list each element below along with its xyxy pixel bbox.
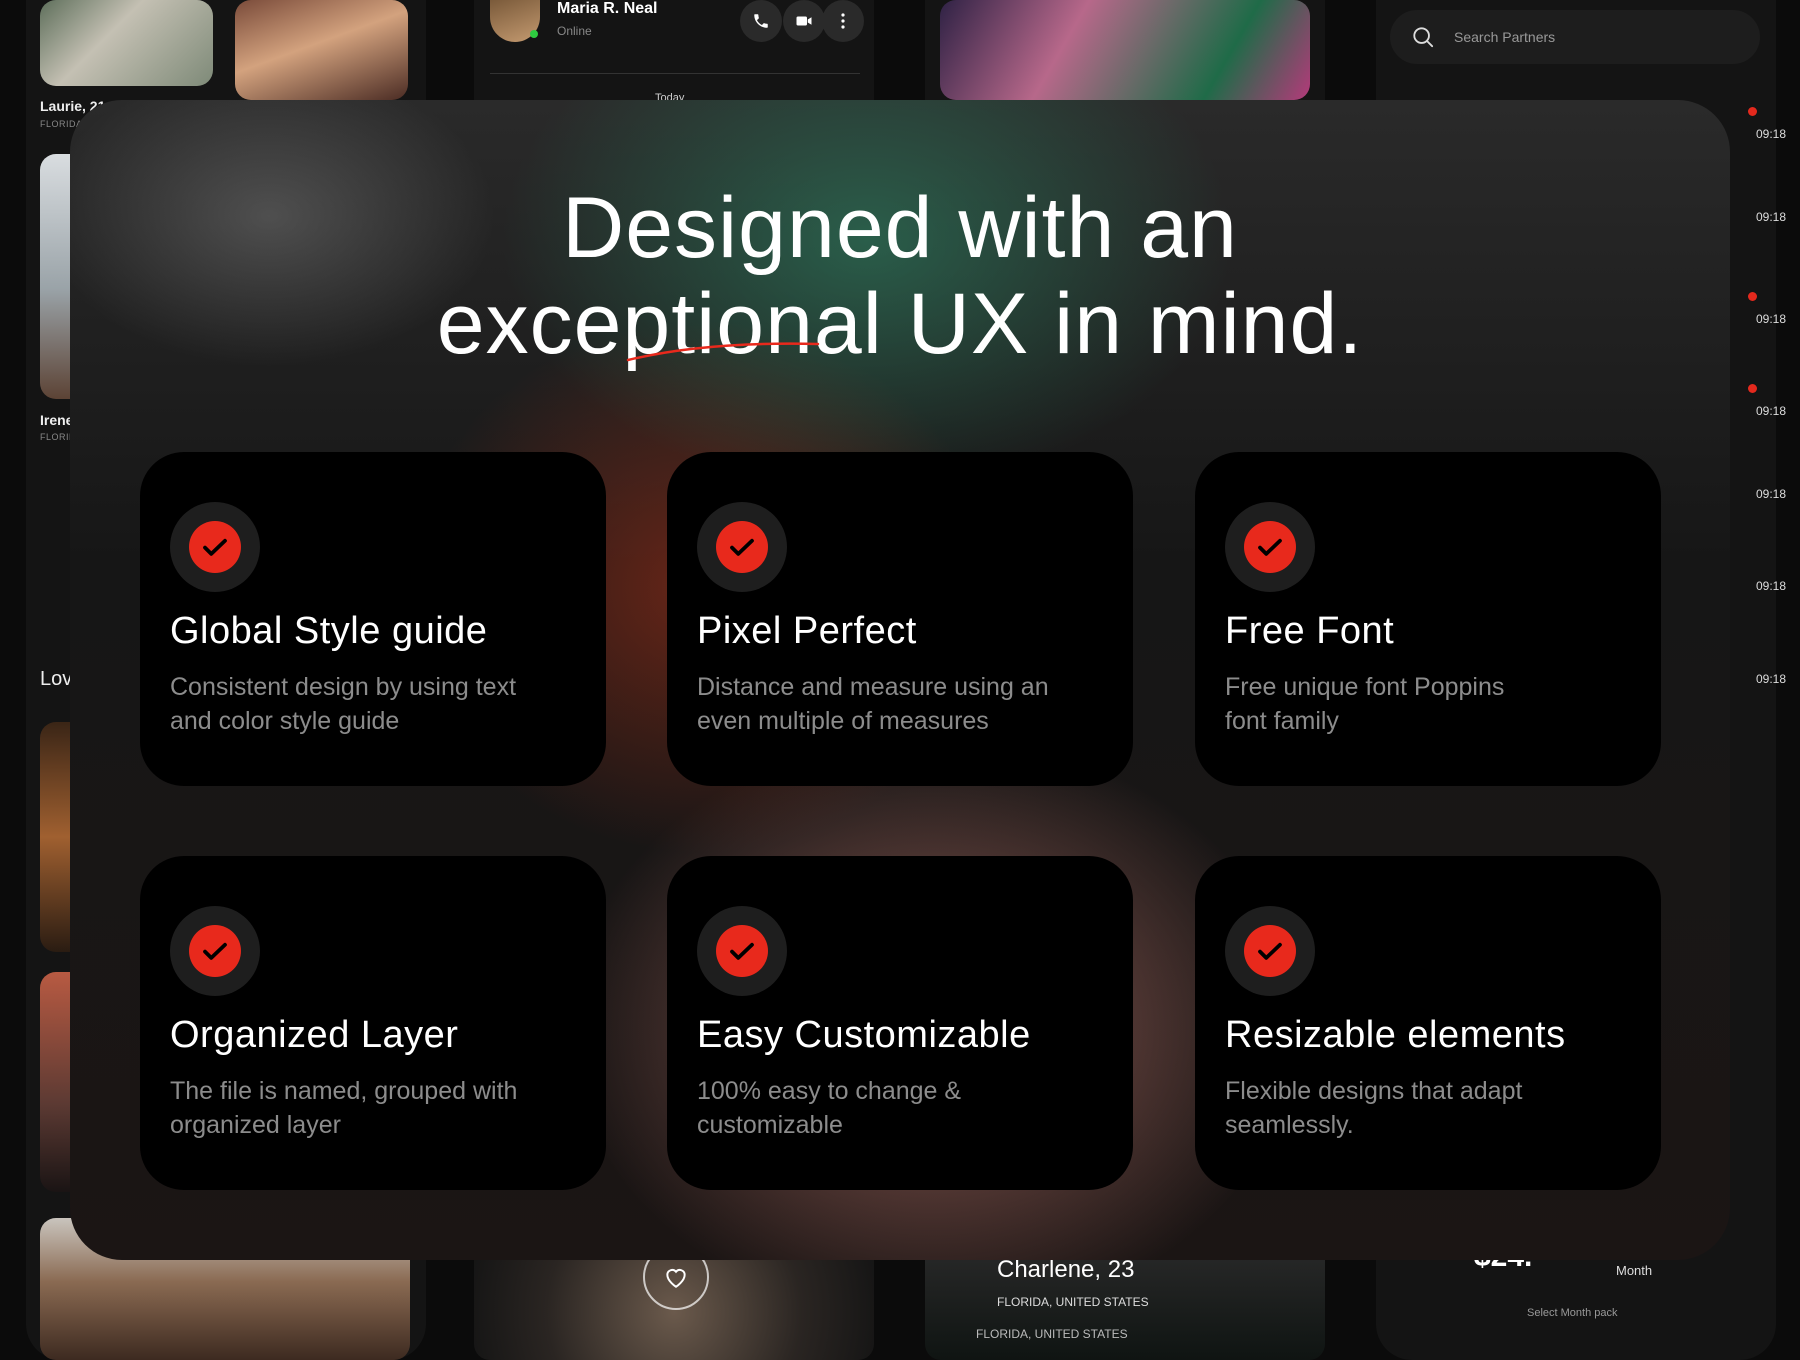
unread-indicator [1748, 107, 1757, 116]
more-vertical-icon [841, 13, 845, 29]
message-time: 09:18 [1755, 127, 1786, 141]
call-button[interactable] [740, 0, 782, 42]
message-time: 09:18 [1755, 210, 1786, 224]
feature-title: Global Style guide [170, 610, 488, 652]
profile-name: Irene [40, 412, 74, 428]
profile-photo[interactable] [40, 0, 213, 86]
check-icon [1258, 942, 1282, 960]
feature-title: Resizable elements [1225, 1014, 1566, 1056]
message-time: 09:18 [1755, 312, 1786, 326]
feature-description: 100% easy to change & customizable [697, 1077, 962, 1139]
feature-badge [697, 906, 787, 996]
headline-line: Designed with an [562, 180, 1238, 276]
feature-badge [170, 502, 260, 592]
search-bar[interactable] [1390, 10, 1760, 64]
feature-card: Free Font Free unique font Poppins font … [1195, 452, 1661, 786]
chat-contact-name: Maria R. Neal [557, 0, 658, 17]
feature-title: Free Font [1225, 610, 1395, 652]
match-name: Charlene, 23 [997, 1256, 1135, 1283]
search-input[interactable] [1452, 28, 1736, 46]
chat-contact-status: Online [557, 24, 592, 38]
check-icon [203, 942, 227, 960]
feature-badge [697, 502, 787, 592]
feature-card: Easy Customizable 100% easy to change & … [667, 856, 1133, 1190]
match-location: FLORIDA, UNITED STATES [976, 1327, 1128, 1341]
underline-scribble [626, 342, 820, 362]
check-icon [730, 942, 754, 960]
feature-badge [170, 906, 260, 996]
online-indicator [530, 30, 538, 38]
more-options-button[interactable] [822, 0, 864, 42]
match-location: FLORIDA, UNITED STATES [997, 1295, 1149, 1309]
unread-indicator [1748, 384, 1757, 393]
feature-title: Pixel Perfect [697, 610, 917, 652]
feature-card: Organized Layer The file is named, group… [140, 856, 606, 1190]
feature-badge [1225, 502, 1315, 592]
feature-description: Consistent design by using text and colo… [170, 673, 517, 735]
check-icon [730, 538, 754, 556]
search-icon [1413, 27, 1434, 48]
feature-title: Easy Customizable [697, 1014, 1031, 1056]
showcase-stage: Laurie, 21 FLORIDA Irene FLORIDA Lov Mar… [0, 0, 1800, 1360]
feature-description: The file is named, grouped with organize… [170, 1077, 518, 1139]
feature-card: Global Style guide Consistent design by … [140, 452, 606, 786]
feature-description: Flexible designs that adapt seamlessly. [1225, 1077, 1523, 1139]
divider [490, 73, 860, 74]
heart-icon [666, 1269, 686, 1288]
plan-hint: Select Month pack [1527, 1307, 1618, 1319]
check-icon [1258, 538, 1282, 556]
message-time: 09:18 [1755, 487, 1786, 501]
video-icon [796, 16, 812, 26]
feature-description: Distance and measure using an even multi… [697, 673, 1049, 735]
message-time: 09:18 [1755, 672, 1786, 686]
message-time: 09:18 [1755, 579, 1786, 593]
feature-title: Organized Layer [170, 1014, 459, 1056]
message-time: 09:18 [1755, 404, 1786, 418]
feature-description: Free unique font Poppins font family [1225, 673, 1505, 735]
unread-indicator [1748, 292, 1757, 301]
feature-badge [1225, 906, 1315, 996]
profile-photo[interactable] [940, 0, 1310, 100]
plan-period[interactable]: Month [1616, 1263, 1652, 1278]
feature-panel: Designed with an exceptional UX in mind.… [70, 100, 1730, 1260]
check-icon [203, 538, 227, 556]
section-heading: Lov [40, 668, 73, 690]
feature-card: Resizable elements Flexible designs that… [1195, 856, 1661, 1190]
phone-icon [754, 14, 768, 28]
profile-photo[interactable] [235, 0, 408, 100]
video-call-button[interactable] [783, 0, 825, 42]
feature-card: Pixel Perfect Distance and measure using… [667, 452, 1133, 786]
